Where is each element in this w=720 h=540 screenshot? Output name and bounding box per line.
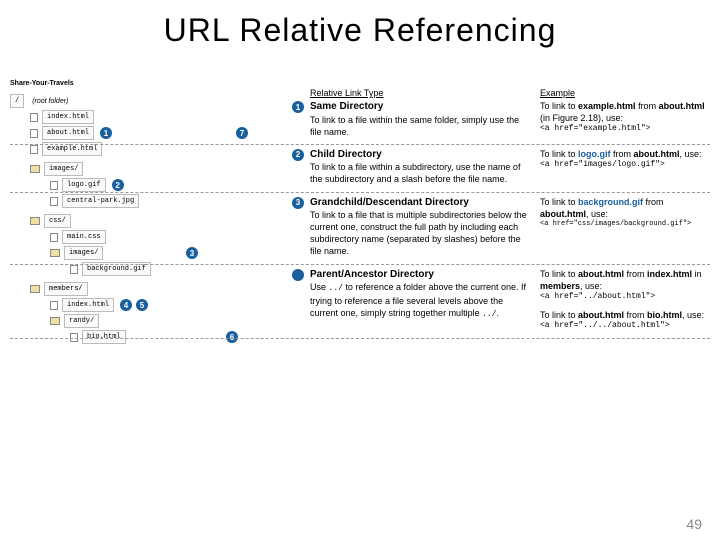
t: about.html bbox=[634, 149, 680, 159]
t: about.html bbox=[578, 310, 624, 320]
folder-randy: randy/ bbox=[64, 314, 99, 328]
root-folder: / bbox=[10, 94, 24, 108]
entry-num-1: 1 bbox=[292, 101, 304, 113]
t: members bbox=[540, 281, 580, 291]
t: background.gif bbox=[578, 197, 643, 207]
t: , use: bbox=[586, 209, 608, 219]
tree-marker-1: 1 bbox=[100, 127, 112, 139]
t: To link to bbox=[540, 269, 578, 279]
entry-4: Parent/Ancestor Directory Use ../ to ref… bbox=[310, 268, 710, 332]
file-index: index.html bbox=[42, 110, 94, 124]
file-icon bbox=[50, 181, 58, 190]
entry-4-desc: Use ../ to reference a folder above the … bbox=[310, 281, 530, 321]
entry-4-code1: <a href="../about.html"> bbox=[540, 292, 710, 303]
file-icon bbox=[50, 233, 58, 242]
entry-3-title: Grandchild/Descendant Directory bbox=[310, 196, 530, 210]
t: from bbox=[643, 197, 664, 207]
t: in bbox=[692, 269, 702, 279]
folder-icon bbox=[50, 317, 60, 325]
header-example: Example bbox=[540, 88, 710, 98]
t: , use: bbox=[580, 281, 602, 291]
t: from bbox=[636, 101, 659, 111]
t: , use: bbox=[682, 310, 704, 320]
file-icon bbox=[30, 113, 38, 122]
t: To link to bbox=[540, 101, 578, 111]
root-note: (root folder) bbox=[32, 98, 68, 105]
entry-1-title: Same Directory bbox=[310, 100, 530, 114]
t: To link to bbox=[540, 149, 578, 159]
entry-num-4 bbox=[292, 269, 304, 281]
entry-2: 2 Child Directory To link to a file with… bbox=[310, 148, 710, 186]
page-title: URL Relative Referencing bbox=[0, 0, 720, 53]
divider bbox=[10, 144, 710, 145]
t: about.html bbox=[578, 269, 624, 279]
folder-css: css/ bbox=[44, 214, 71, 228]
t: . bbox=[496, 308, 499, 318]
folder-icon bbox=[30, 285, 40, 293]
file-icon bbox=[30, 129, 38, 138]
t: index.html bbox=[647, 269, 692, 279]
entry-1-desc: To link to a file within the same folder… bbox=[310, 114, 530, 138]
entry-3: 3 Grandchild/Descendant Directory To lin… bbox=[310, 196, 710, 258]
entry-num-2: 2 bbox=[292, 149, 304, 161]
file-icon bbox=[50, 301, 58, 310]
t: ../ bbox=[482, 310, 496, 319]
t: from bbox=[624, 269, 647, 279]
folder-members: members/ bbox=[44, 282, 88, 296]
t: from bbox=[611, 149, 634, 159]
t: , use: bbox=[680, 149, 702, 159]
entry-3-code: <a href="css/images/background.gif"> bbox=[540, 220, 710, 229]
entry-num-3: 3 bbox=[292, 197, 304, 209]
t: To link to bbox=[540, 310, 578, 320]
folder-icon bbox=[30, 165, 40, 173]
folder-css-images: images/ bbox=[64, 246, 103, 260]
entry-2-title: Child Directory bbox=[310, 148, 530, 162]
folder-icon bbox=[30, 217, 40, 225]
tree-marker-2: 2 bbox=[112, 179, 124, 191]
file-icon bbox=[50, 197, 58, 206]
entry-4-title: Parent/Ancestor Directory bbox=[310, 268, 530, 282]
t: example.html bbox=[578, 101, 636, 111]
header-type: Relative Link Type bbox=[310, 88, 540, 98]
file-central: central-park.jpg bbox=[62, 194, 139, 208]
tree-marker-4: 4 bbox=[120, 299, 132, 311]
entry-2-code: <a href="images/logo.gif"> bbox=[540, 160, 710, 171]
t: Use bbox=[310, 282, 329, 292]
file-icon bbox=[70, 265, 78, 274]
t: from bbox=[624, 310, 647, 320]
entry-1: 1 Same Directory To link to a file withi… bbox=[310, 100, 710, 138]
site-label: Share-Your-Travels bbox=[10, 80, 74, 87]
tree-marker-3: 3 bbox=[186, 247, 198, 259]
reference-table: Relative Link Type Example 1 Same Direct… bbox=[310, 88, 710, 342]
file-member-index: index.html bbox=[62, 298, 114, 312]
t: about.html bbox=[659, 101, 705, 111]
entry-2-desc: To link to a file within a subdirectory,… bbox=[310, 161, 530, 185]
file-tree: / (root folder) index.html about.html 1 … bbox=[10, 92, 260, 346]
file-about: about.html bbox=[42, 126, 94, 140]
t: bio.html bbox=[647, 310, 682, 320]
divider bbox=[10, 338, 710, 339]
page-number: 49 bbox=[686, 516, 702, 532]
file-maincss: main.css bbox=[62, 230, 106, 244]
entry-4-code2: <a href="../../about.html"> bbox=[540, 321, 710, 332]
divider bbox=[10, 192, 710, 193]
divider bbox=[10, 264, 710, 265]
t: ../ bbox=[329, 284, 343, 293]
t: about.html bbox=[540, 209, 586, 219]
tree-marker-5: 5 bbox=[136, 299, 148, 311]
t: To link to bbox=[540, 197, 578, 207]
folder-icon bbox=[50, 249, 60, 257]
tree-marker-7: 7 bbox=[236, 127, 248, 139]
entry-1-code: <a href="example.html"> bbox=[540, 124, 710, 135]
file-logo: logo.gif bbox=[62, 178, 106, 192]
folder-images: images/ bbox=[44, 162, 83, 176]
t: logo.gif bbox=[578, 149, 611, 159]
t: (in Figure 2.18), use: bbox=[540, 113, 623, 123]
entry-3-desc: To link to a file that is multiple subdi… bbox=[310, 209, 530, 258]
file-icon bbox=[30, 145, 38, 154]
